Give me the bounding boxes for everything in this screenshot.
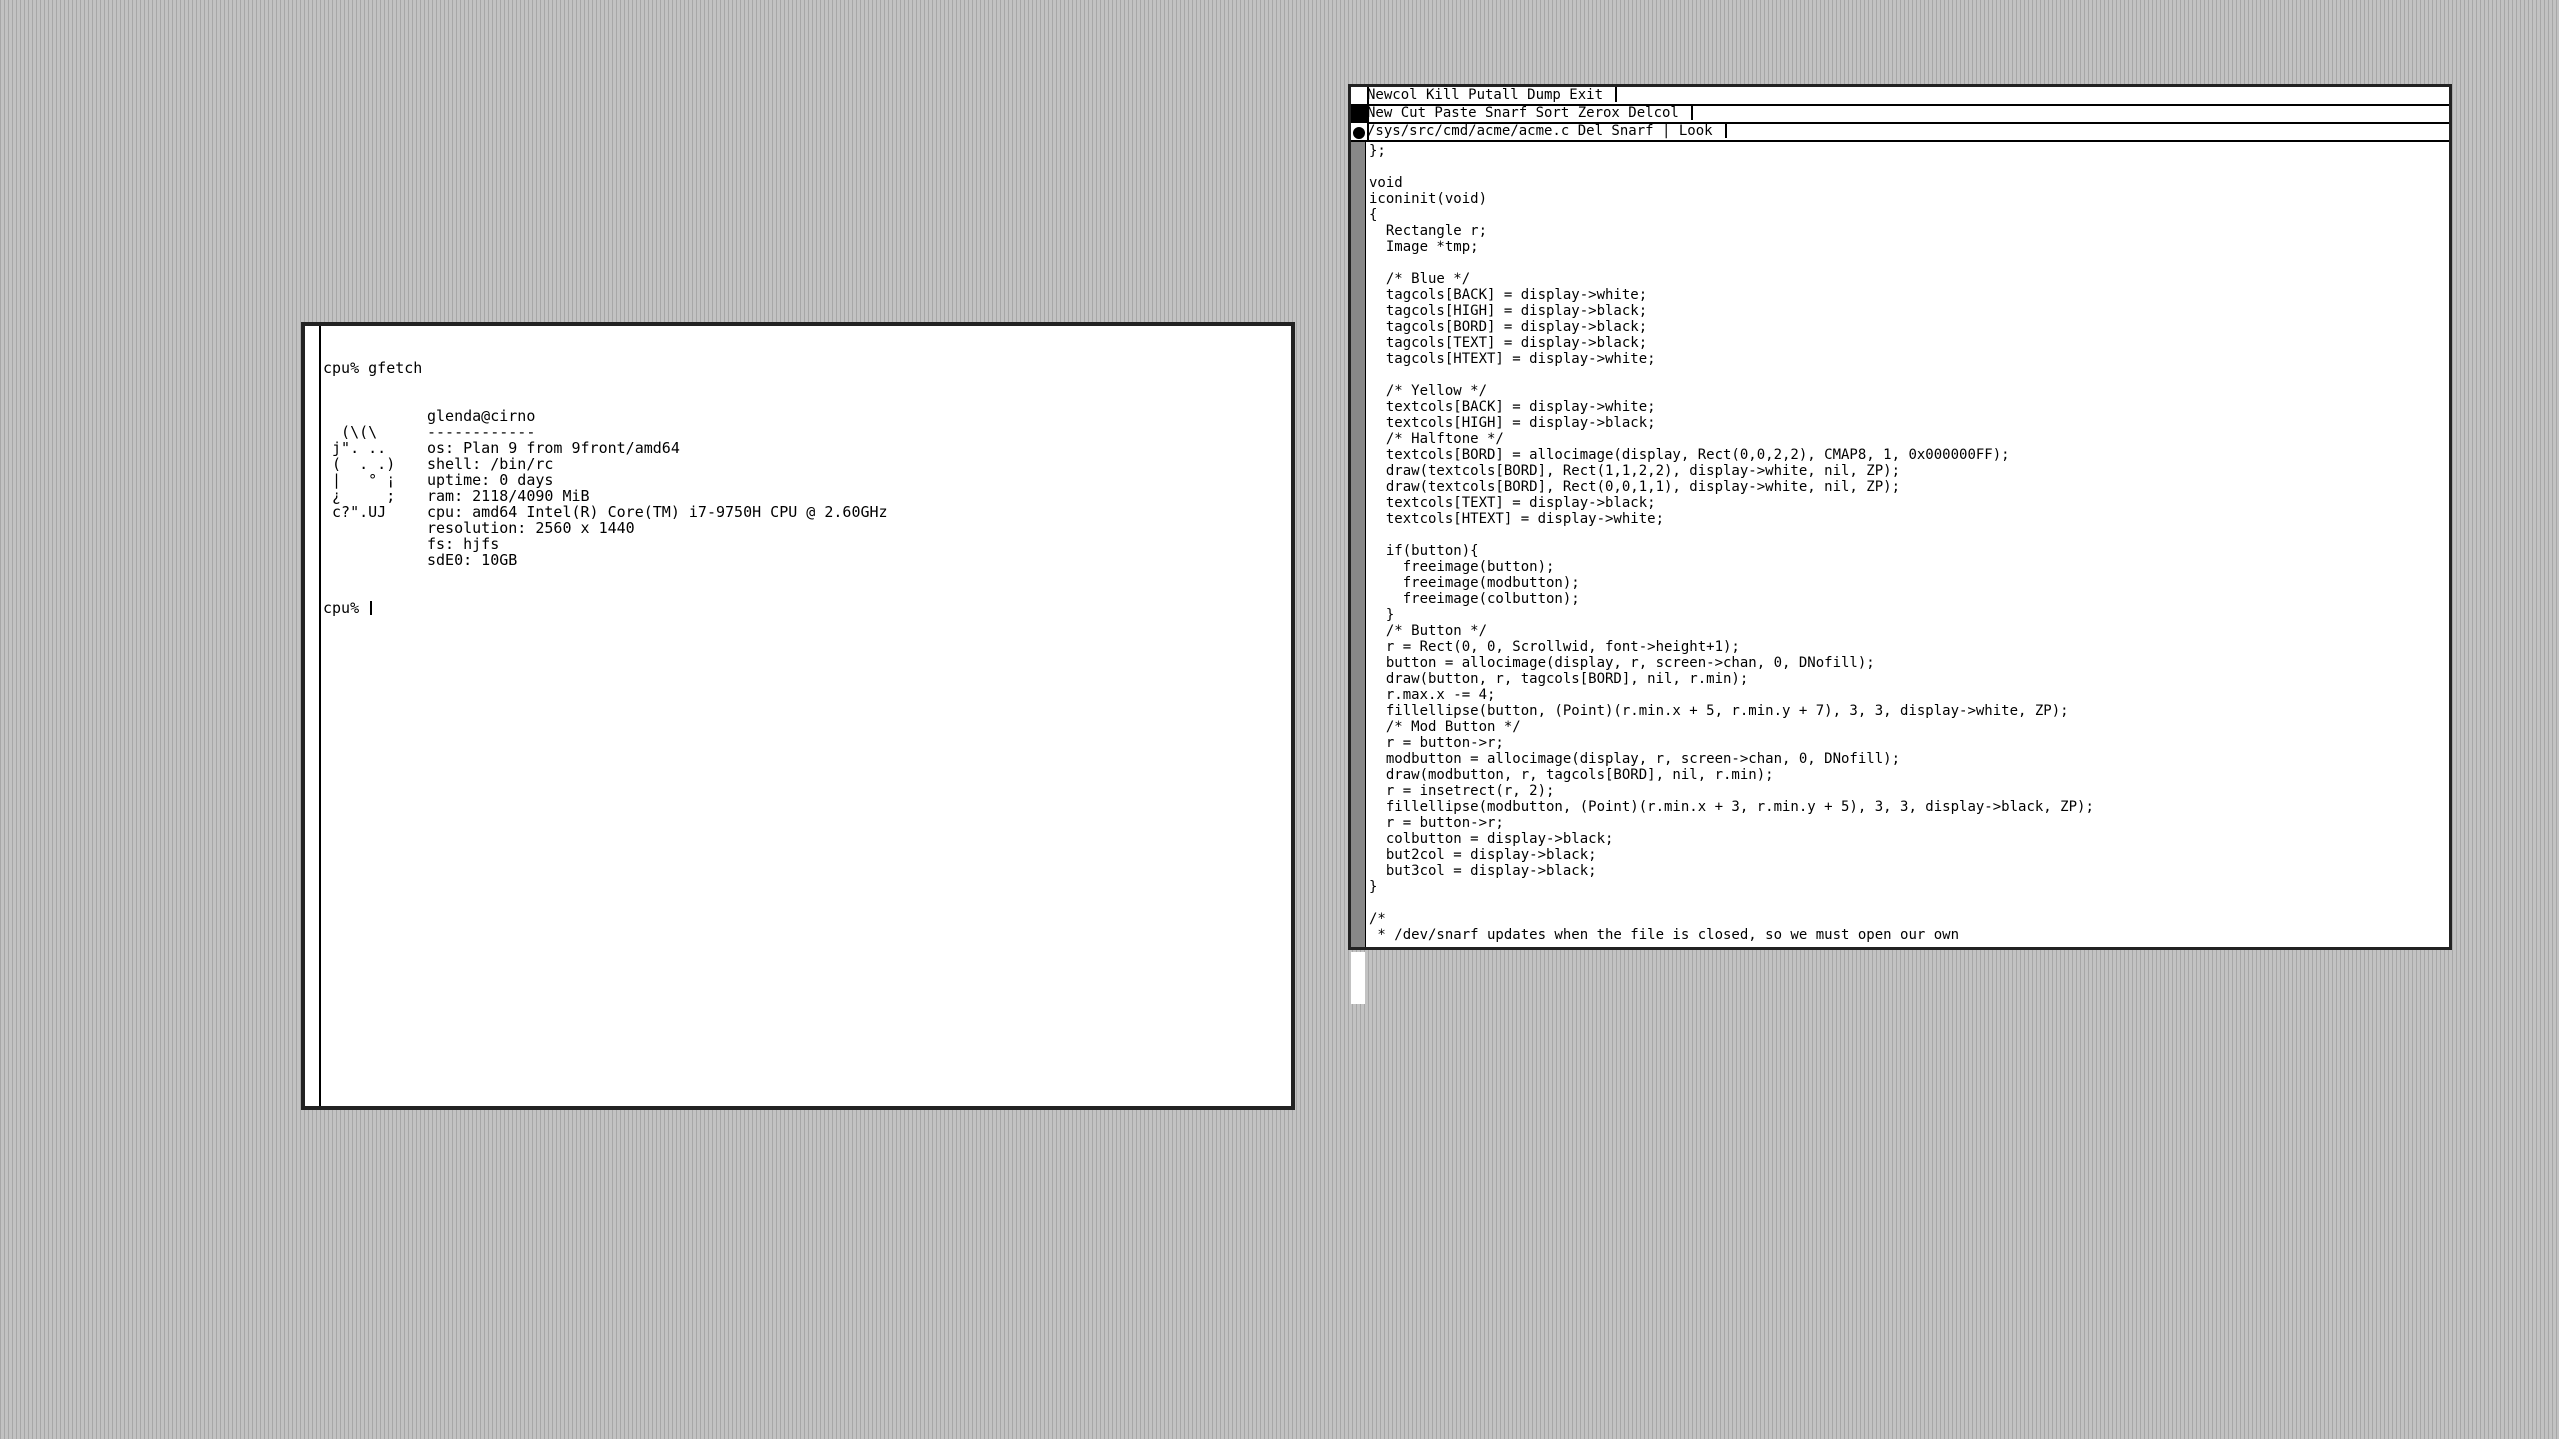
code-line[interactable]: textcols[TEXT] = display->black; [1369, 495, 2445, 511]
prompt: cpu% [323, 599, 369, 617]
file-tag-text[interactable]: /sys/src/cmd/acme/acme.c Del Snarf | Loo… [1367, 123, 1721, 139]
code-line[interactable]: freeimage(modbutton); [1369, 575, 2445, 591]
logo-line: ( . .) [323, 455, 396, 473]
logo-line [323, 520, 427, 536]
code-line[interactable]: fillellipse(button, (Point)(r.min.x + 5,… [1369, 703, 2445, 719]
logo-line [323, 552, 427, 568]
code-line[interactable]: r = button->r; [1369, 815, 2445, 831]
logo-line: ¿ ; [323, 487, 396, 505]
code-line[interactable]: void [1369, 175, 2445, 191]
code-line[interactable]: textcols[BORD] = allocimage(display, Rec… [1369, 447, 2445, 463]
code-line[interactable]: tagcols[HTEXT] = display->white; [1369, 351, 2445, 367]
logo-line: j". .. [323, 439, 387, 457]
code-line[interactable] [1369, 159, 2445, 175]
code-line[interactable]: tagcols[HIGH] = display->black; [1369, 303, 2445, 319]
info-line: resolution: 2560 x 1440 [427, 519, 635, 537]
system-info: glenda@cirno ------------ os: Plan 9 from … [427, 408, 888, 568]
logo-line: c?".UJ [323, 503, 387, 521]
code-line[interactable]: { [1369, 207, 2445, 223]
code-line[interactable]: freeimage(colbutton); [1369, 591, 2445, 607]
code-line[interactable]: Image *tmp; [1369, 239, 2445, 255]
logo-line: | ° ¡ [323, 471, 396, 489]
modified-dot-icon [1353, 127, 1365, 139]
info-line: os: Plan 9 from 9front/amd64 [427, 439, 680, 457]
code-line[interactable]: but3col = display->black; [1369, 863, 2445, 879]
code-line[interactable]: /* Halftone */ [1369, 431, 2445, 447]
info-line: sdE0: 10GB [427, 551, 518, 569]
code-line[interactable]: draw(button, r, tagcols[BORD], nil, r.mi… [1369, 671, 2445, 687]
command-line: cpu% gfetch [323, 359, 423, 377]
code-line[interactable]: draw(modbutton, r, tagcols[BORD], nil, r… [1369, 767, 2445, 783]
glenda-ascii-logo: (\(\ j". .. ( . .) | ° ¡ ¿ ; c?".UJ [323, 408, 427, 568]
code-line[interactable]: } [1369, 607, 2445, 623]
acme-scrollbar[interactable] [1351, 142, 1365, 1004]
code-line[interactable] [1369, 255, 2445, 271]
info-line: fs: hjfs [427, 535, 500, 553]
code-line[interactable]: r = insetrect(r, 2); [1369, 783, 2445, 799]
info-line: cpu: amd64 Intel(R) Core(TM) i7-9750H CP… [427, 503, 888, 521]
text-cursor [370, 601, 373, 615]
code-line[interactable]: } [1369, 879, 2445, 895]
code-line[interactable]: button = allocimage(display, r, screen->… [1369, 655, 2445, 671]
logo-line: (\(\ [323, 423, 378, 441]
code-line[interactable] [1369, 367, 2445, 383]
code-line[interactable]: Rectangle r; [1369, 223, 2445, 239]
code-line[interactable]: tagcols[BACK] = display->white; [1369, 287, 2445, 303]
code-line[interactable]: textcols[BACK] = display->white; [1369, 399, 2445, 415]
terminal-body[interactable]: cpu% gfetch (\(\ j". .. ( . .) | ° ¡ ¿ ;… [323, 328, 1287, 1102]
terminal-window[interactable]: cpu% gfetch (\(\ j". .. ( . .) | ° ¡ ¿ ;… [301, 322, 1295, 1110]
info-line: shell: /bin/rc [427, 455, 554, 473]
code-line[interactable]: freeimage(button); [1369, 559, 2445, 575]
acme-main-tag[interactable]: Newcol Kill Putall Dump Exit [1351, 87, 2449, 106]
code-line[interactable]: fillellipse(modbutton, (Point)(r.min.x +… [1369, 799, 2445, 815]
acme-file-tag[interactable]: /sys/src/cmd/acme/acme.c Del Snarf | Loo… [1351, 123, 2449, 142]
info-line: ------------ [427, 423, 536, 441]
code-line[interactable]: r = Rect(0, 0, Scrollwid, font->height+1… [1369, 639, 2445, 655]
code-line[interactable]: r.max.x -= 4; [1369, 687, 2445, 703]
code-line[interactable]: iconinit(void) [1369, 191, 2445, 207]
tag-cursor [1615, 87, 1618, 102]
acme-window[interactable]: Newcol Kill Putall Dump Exit New Cut Pas… [1348, 84, 2452, 1004]
code-line[interactable]: /* Blue */ [1369, 271, 2445, 287]
code-line[interactable] [1369, 527, 2445, 543]
gfetch-output: (\(\ j". .. ( . .) | ° ¡ ¿ ; c?".UJ glen… [323, 408, 1287, 568]
code-line[interactable]: textcols[HIGH] = display->black; [1369, 415, 2445, 431]
info-line: ram: 2118/4090 MiB [427, 487, 590, 505]
code-line[interactable]: tagcols[TEXT] = display->black; [1369, 335, 2445, 351]
code-line[interactable]: textcols[HTEXT] = display->white; [1369, 511, 2445, 527]
scrollbar-thumb[interactable] [1351, 952, 1365, 1004]
code-line[interactable]: colbutton = display->black; [1369, 831, 2445, 847]
acme-text-body[interactable]: }; void iconinit(void){ Rectangle r; Image… [1369, 143, 2445, 945]
main-tag-text[interactable]: Newcol Kill Putall Dump Exit [1367, 87, 1611, 103]
prompt-line[interactable]: cpu% [323, 600, 1287, 616]
terminal-scrollbar[interactable] [305, 326, 321, 1106]
acme-column-tag[interactable]: New Cut Paste Snarf Sort Zerox Delcol [1351, 105, 2449, 124]
code-line[interactable]: /* Button */ [1369, 623, 2445, 639]
tag-cursor [1691, 105, 1694, 120]
code-line[interactable]: draw(textcols[BORD], Rect(0,0,1,1), disp… [1369, 479, 2445, 495]
column-tag-text[interactable]: New Cut Paste Snarf Sort Zerox Delcol [1367, 105, 1687, 121]
info-line: uptime: 0 days [427, 471, 554, 489]
code-line[interactable]: tagcols[BORD] = display->black; [1369, 319, 2445, 335]
code-line[interactable]: but2col = display->black; [1369, 847, 2445, 863]
code-line[interactable]: if(button){ [1369, 543, 2445, 559]
code-line[interactable]: modbutton = allocimage(display, r, scree… [1369, 751, 2445, 767]
logo-line [323, 408, 427, 424]
code-line[interactable]: r = button->r; [1369, 735, 2445, 751]
code-line[interactable]: /* [1369, 911, 2445, 927]
code-line[interactable]: /* Mod Button */ [1369, 719, 2445, 735]
code-line[interactable]: /* Yellow */ [1369, 383, 2445, 399]
code-line[interactable]: draw(textcols[BORD], Rect(1,1,2,2), disp… [1369, 463, 2445, 479]
code-line[interactable]: * /dev/snarf updates when the file is cl… [1369, 927, 2445, 943]
info-line: glenda@cirno [427, 407, 536, 425]
logo-line [323, 536, 427, 552]
tag-cursor [1725, 123, 1728, 138]
scrollbar-divider [1365, 142, 1366, 947]
code-line[interactable] [1369, 895, 2445, 911]
code-line[interactable]: }; [1369, 143, 2445, 159]
